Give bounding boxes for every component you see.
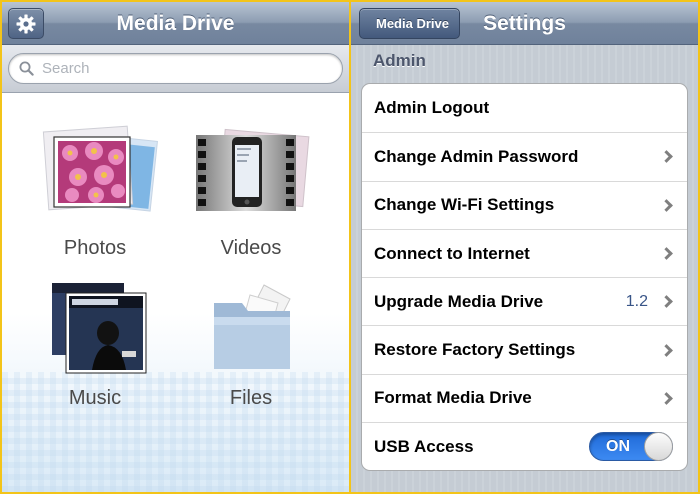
chevron-right-icon bbox=[660, 343, 673, 357]
page-title: Media Drive bbox=[116, 12, 235, 35]
row-label: Format Media Drive bbox=[374, 388, 532, 408]
row-label: Restore Factory Settings bbox=[374, 340, 576, 360]
media-grid: Photos Videos Music Files bbox=[2, 95, 349, 492]
row-restore-factory-settings[interactable]: Restore Factory Settings bbox=[362, 325, 687, 373]
settings-nav-bar: Settings Media Drive bbox=[351, 2, 698, 45]
music-label: Music bbox=[68, 387, 122, 409]
row-label: Connect to Internet bbox=[374, 243, 530, 263]
photos-label: Photos bbox=[63, 237, 127, 259]
usb-access-toggle[interactable]: ON bbox=[589, 432, 673, 462]
chevron-right-icon bbox=[660, 150, 673, 164]
files-tile[interactable]: Files bbox=[176, 273, 326, 410]
photos-icon bbox=[30, 123, 160, 233]
row-change-admin-password[interactable]: Change Admin Password bbox=[362, 132, 687, 180]
music-tile[interactable]: Music bbox=[20, 273, 170, 410]
chevron-right-icon bbox=[660, 198, 673, 212]
videos-label: Videos bbox=[220, 237, 282, 259]
settings-panel: Settings Media Drive Admin Admin Logout … bbox=[351, 2, 698, 492]
chevron-right-icon bbox=[660, 247, 673, 260]
row-connect-to-internet[interactable]: Connect to Internet bbox=[362, 228, 687, 277]
row-label: Change Admin Password bbox=[374, 146, 579, 166]
row-label: USB Access bbox=[374, 436, 474, 456]
media-drive-panel: Media Drive Search Photos Videos Music F… bbox=[2, 2, 349, 492]
settings-group: Admin Logout Change Admin Password Chang… bbox=[361, 83, 688, 472]
row-admin-logout[interactable]: Admin Logout bbox=[362, 84, 687, 132]
files-label: Files bbox=[229, 387, 273, 409]
row-upgrade-media-drive[interactable]: Upgrade Media Drive 1.2 bbox=[362, 277, 687, 325]
search-input[interactable] bbox=[42, 60, 292, 77]
back-button-label: Media Drive bbox=[376, 16, 449, 31]
chevron-right-icon bbox=[660, 392, 673, 405]
version-value: 1.2 bbox=[625, 292, 648, 310]
back-button[interactable]: Media Drive bbox=[359, 8, 460, 39]
toggle-state-text: ON bbox=[606, 438, 630, 456]
videos-tile[interactable]: Videos bbox=[176, 123, 326, 260]
search-icon bbox=[19, 61, 34, 76]
screen-frame: Media Drive Search Photos Videos Music F… bbox=[0, 0, 700, 494]
row-usb-access: USB Access ON bbox=[362, 422, 687, 470]
videos-icon bbox=[186, 123, 316, 233]
chevron-right-icon bbox=[660, 295, 673, 309]
search-bar bbox=[2, 45, 349, 93]
files-icon bbox=[186, 273, 316, 383]
row-label: Admin Logout bbox=[374, 98, 490, 118]
row-format-media-drive[interactable]: Format Media Drive bbox=[362, 373, 687, 422]
nav-bar: Media Drive bbox=[2, 2, 349, 45]
row-label: Upgrade Media Drive bbox=[374, 291, 544, 311]
row-change-wifi-settings[interactable]: Change Wi-Fi Settings bbox=[362, 180, 687, 229]
search-field[interactable] bbox=[8, 53, 343, 84]
music-icon bbox=[30, 273, 160, 383]
row-label: Change Wi-Fi Settings bbox=[374, 195, 555, 215]
toggle-knob bbox=[644, 432, 673, 462]
section-header-admin: Admin bbox=[373, 51, 426, 70]
photos-tile[interactable]: Photos bbox=[20, 123, 170, 260]
